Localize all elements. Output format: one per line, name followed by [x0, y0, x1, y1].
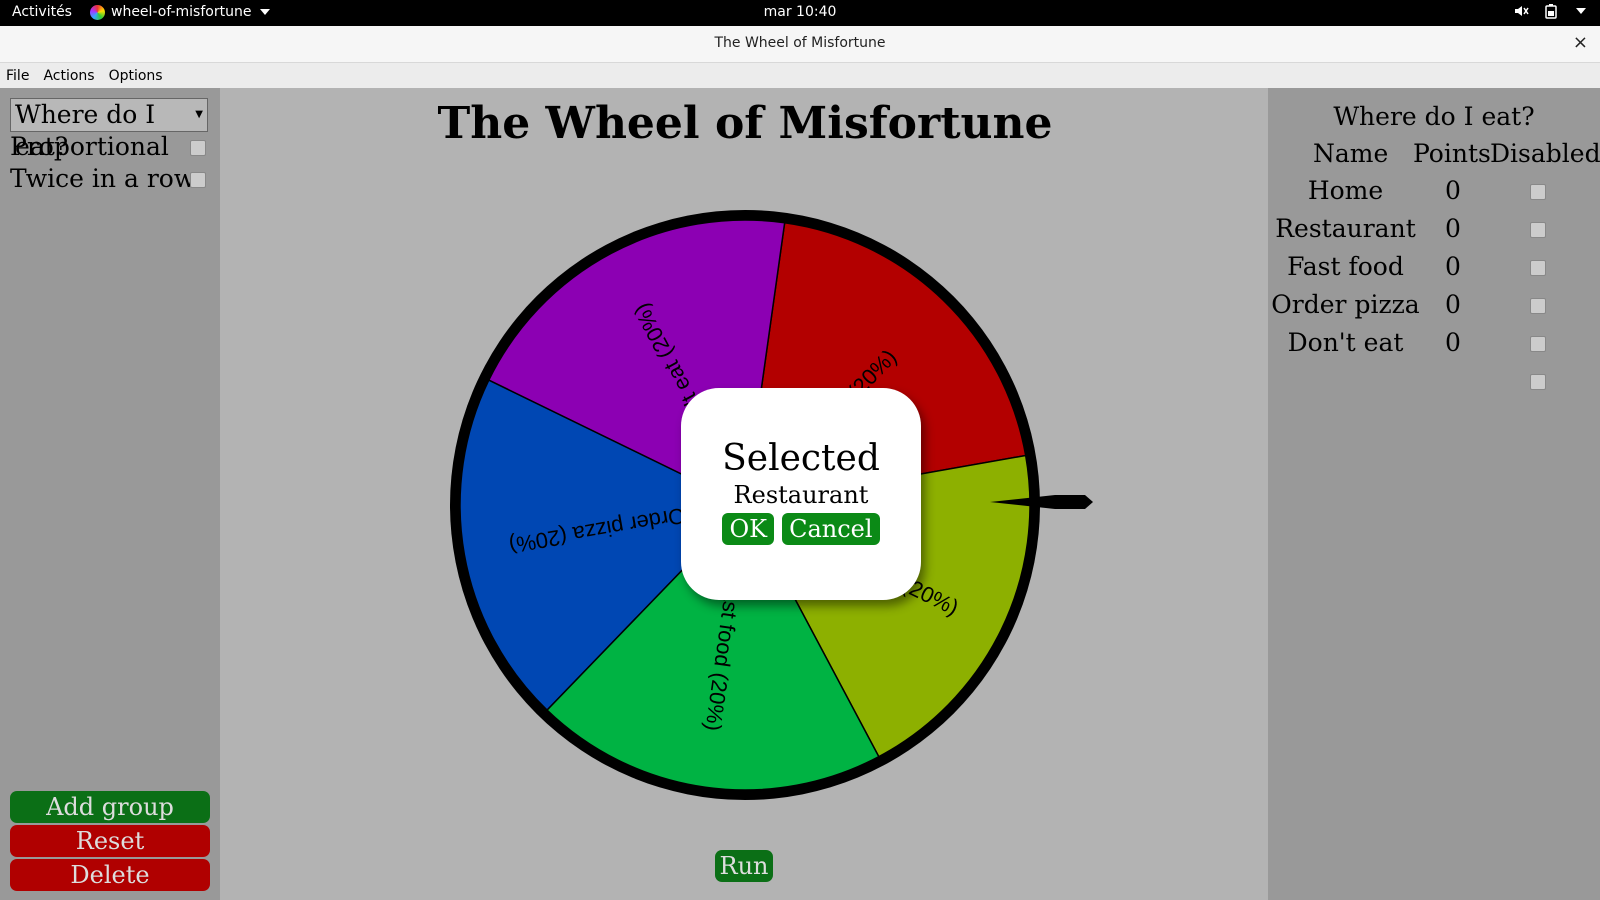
table-row: Home 0 [1268, 176, 1600, 214]
wheel-pointer-icon [990, 495, 1093, 509]
dialog-selected-value: Restaurant [733, 481, 869, 509]
table-row: Don't eat 0 [1268, 328, 1600, 366]
app-name: wheel-of-misfortune [111, 4, 252, 20]
row-points: 0 [1445, 290, 1461, 319]
window-title-bar: The Wheel of Misfortune × [0, 26, 1600, 63]
battery-icon [1545, 4, 1557, 19]
group-select[interactable]: Where do I eat? ▼ [10, 98, 208, 161]
system-tray[interactable] [1513, 3, 1586, 19]
ok-button[interactable]: OK [722, 513, 775, 545]
column-header-points: Points [1413, 139, 1491, 168]
volume-muted-icon [1515, 6, 1529, 16]
menu-options[interactable]: Options [109, 68, 163, 84]
page-title: The Wheel of Misfortune [437, 98, 1053, 149]
row-disabled-checkbox[interactable] [1530, 184, 1546, 200]
row-name: Restaurant [1275, 214, 1416, 243]
app-logo-icon [90, 4, 105, 20]
row-name: Home [1307, 176, 1384, 205]
row-points: 0 [1445, 328, 1461, 357]
chevron-down-icon [1576, 8, 1586, 14]
selected-dialog: Selected Restaurant OK Cancel [681, 388, 921, 600]
table-row-empty [1268, 366, 1600, 404]
row-points: 0 [1445, 176, 1461, 205]
menu-file[interactable]: File [6, 68, 29, 84]
scores-panel: Where do I eat? Name Points Disabled Hom… [1268, 88, 1600, 900]
proportional-checkbox[interactable] [190, 140, 206, 156]
cancel-button[interactable]: Cancel [782, 513, 880, 545]
menu-actions[interactable]: Actions [43, 68, 94, 84]
table-row: Restaurant 0 [1268, 214, 1600, 252]
row-points: 0 [1445, 252, 1461, 281]
app-menu[interactable]: wheel-of-misfortune [90, 4, 271, 20]
twice-in-a-row-checkbox[interactable] [190, 172, 206, 188]
chevron-down-icon [260, 9, 271, 15]
row-disabled-checkbox[interactable] [1530, 222, 1546, 238]
row-disabled-checkbox[interactable] [1530, 374, 1546, 390]
chevron-down-icon: ▼ [195, 109, 203, 120]
column-header-name: Name [1313, 139, 1389, 168]
column-header-disabled: Disabled [1490, 139, 1600, 168]
dialog-heading: Selected [722, 438, 880, 479]
window-title: The Wheel of Misfortune [714, 35, 886, 51]
close-icon[interactable]: × [1573, 32, 1588, 53]
reset-button[interactable]: Reset [10, 825, 210, 857]
sidebar: Where do I eat? ▼ Proportional Twice in … [0, 88, 220, 900]
table-row: Order pizza 0 [1268, 290, 1600, 328]
add-group-button[interactable]: Add group [10, 791, 210, 823]
twice-in-a-row-label: Twice in a row [10, 164, 196, 193]
row-points: 0 [1445, 214, 1461, 243]
scores-title: Where do I eat? [1333, 102, 1535, 131]
row-name: Order pizza [1271, 290, 1420, 319]
table-row: Fast food 0 [1268, 252, 1600, 290]
run-button[interactable]: Run [715, 850, 773, 882]
row-disabled-checkbox[interactable] [1530, 298, 1546, 314]
menu-bar: File Actions Options [0, 63, 1600, 88]
delete-button[interactable]: Delete [10, 859, 210, 891]
row-name: Don't eat [1287, 328, 1404, 357]
row-disabled-checkbox[interactable] [1530, 336, 1546, 352]
row-disabled-checkbox[interactable] [1530, 260, 1546, 276]
system-top-bar: Activités wheel-of-misfortune mar 10:40 [0, 0, 1600, 26]
row-name: Fast food [1287, 252, 1404, 281]
activities-button[interactable]: Activités [12, 4, 72, 20]
proportional-label: Proportional [10, 132, 169, 161]
